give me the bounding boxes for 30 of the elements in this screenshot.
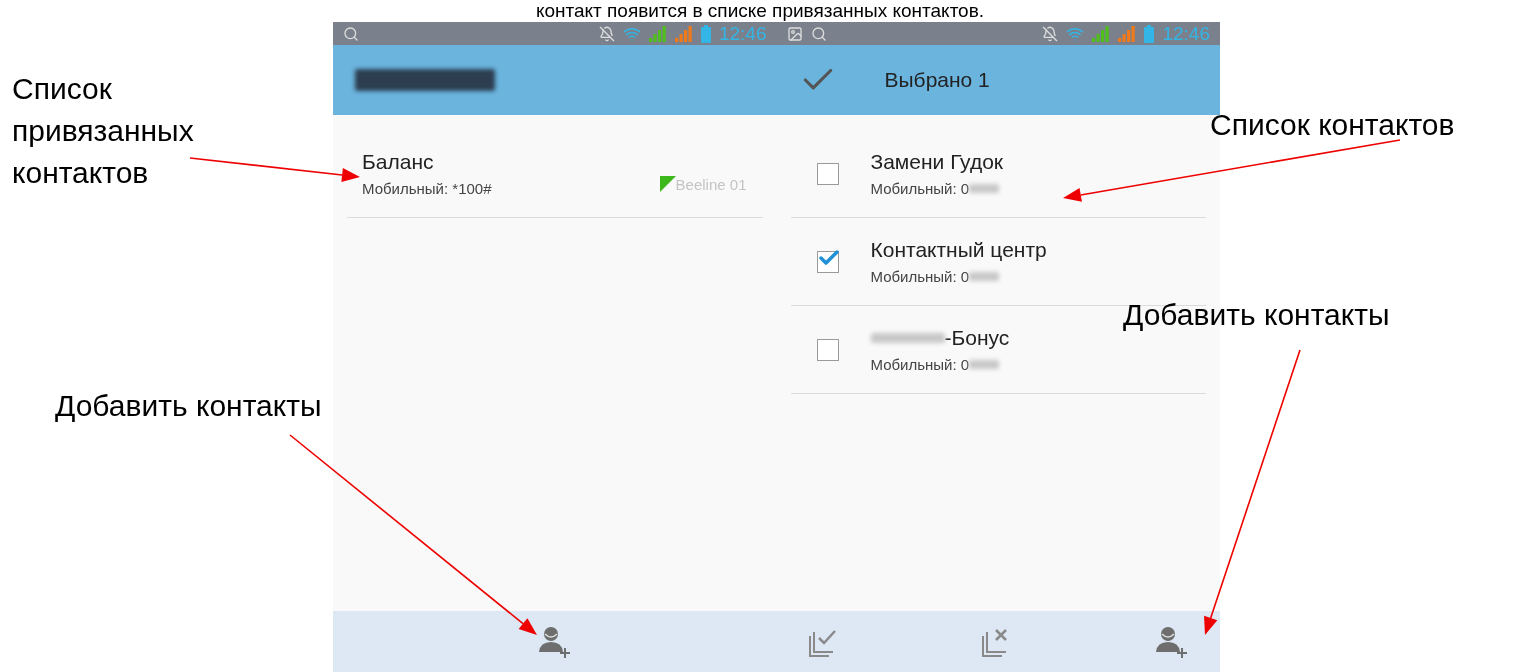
contact-phone: Мобильный: 0 (870, 268, 970, 285)
annotation-label: Список контактов (1210, 107, 1455, 143)
contact-name[interactable]: Замени Гудок (870, 150, 1004, 174)
signal-icon (1092, 25, 1111, 42)
page-heading: контакт появится в списке привязанных контактов. (534, 0, 986, 22)
contact-name[interactable]: -Бонус (944, 326, 1010, 350)
signal-icon (1118, 25, 1137, 42)
annotation-label: Добавить контакты (1123, 297, 1390, 333)
signal-icon (674, 25, 693, 42)
contact-name[interactable]: Контактный центр (870, 238, 1047, 262)
battery-icon (1144, 24, 1155, 43)
search-icon (343, 25, 359, 42)
clock-time: 12:46 (1162, 22, 1210, 45)
contact-phone: Мобильный: 0 (870, 356, 970, 373)
checkbox[interactable] (816, 162, 839, 185)
image-icon (786, 25, 803, 42)
annotation-label: Добавить контакты (55, 388, 322, 424)
annotation-label: Список привязанных контактов (12, 71, 195, 191)
contact-phone: Мобильный: 0 (870, 180, 970, 197)
selection-title: Выбрано 1 (884, 68, 990, 92)
checkbox[interactable] (816, 338, 839, 361)
muted-icon (598, 25, 615, 42)
clock-time: 12:46 (718, 22, 767, 45)
search-icon (810, 25, 827, 42)
muted-icon (1042, 25, 1059, 42)
contact-phone: Мобильный: *100# (362, 180, 492, 197)
checkbox[interactable] (816, 250, 839, 273)
contact-name[interactable]: Баланс (362, 150, 434, 174)
battery-icon (700, 24, 711, 43)
signal-icon (648, 25, 667, 42)
